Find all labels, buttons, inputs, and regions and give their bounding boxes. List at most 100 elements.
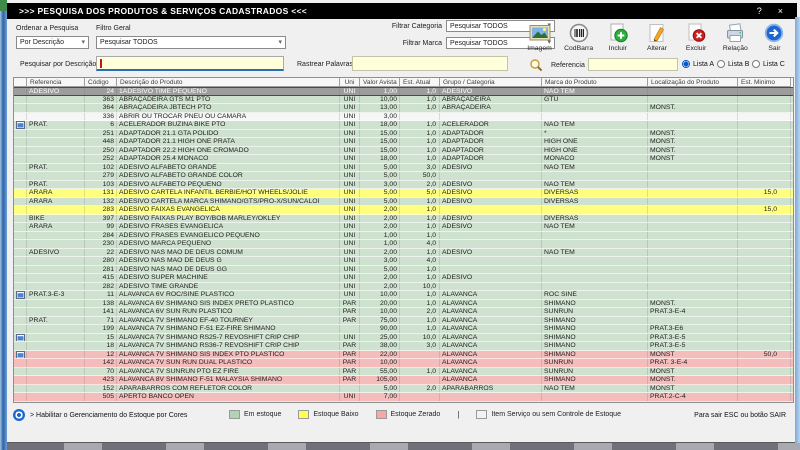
table-cell: NAO TEM (542, 121, 648, 129)
table-cell: 2,00 (360, 214, 400, 222)
table-row[interactable]: 141 ALAVANCA 6V SUN RUN PLASTICO PAR 10,00 2… (14, 308, 793, 317)
table-cell (648, 231, 738, 239)
titlebar: >>> PESQUISA DOS PRODUTOS & SERVIÇOS CAD… (7, 3, 797, 19)
sair-button[interactable]: Sair (756, 22, 793, 52)
table-row[interactable]: ADESIVO 22 ADESIVO NAS MAO DE DEUS COMUM UN… (14, 248, 793, 257)
table-cell: 1,0 (400, 95, 440, 103)
help-button[interactable]: ? (757, 3, 762, 19)
table-row[interactable]: ARARA 99 ADESIVO FRASES EVANGELICA UNI 2,00 1… (14, 223, 793, 232)
table-row[interactable]: 505 APERTO BANCO OPEN UNI 7,00 PRAT.2-C-4 (14, 393, 793, 402)
table-row[interactable]: 252 ADAPTADOR 25.4 MONACO UNI 18,00 1,0 ADAPT… (14, 155, 793, 164)
table-cell (648, 240, 738, 248)
table-row[interactable]: 12 ALAVANCA 7V SHIMANO SIS INDEX PTO PLAS… (14, 350, 793, 359)
table-cell: 25,00 (360, 333, 400, 341)
column-header[interactable]: Est. Atual (400, 78, 440, 87)
table-row[interactable]: 250 ADAPTADOR 22.2 HIGH ONE CROMADO UNI 15,… (14, 146, 793, 155)
table-cell (648, 248, 738, 256)
table-cell (738, 104, 791, 112)
table-row[interactable]: PRAT. 71 ALAVANCA 7V SHIMANO EF-40 TOURNEY… (14, 316, 793, 325)
table-cell: 2,00 (360, 223, 400, 231)
row-icon-cell (14, 248, 27, 256)
close-button[interactable]: × (778, 3, 783, 19)
table-row[interactable]: 251 ADAPTADOR 21.1 GTA POLIDO UNI 15,00 1,0 A… (14, 129, 793, 138)
ordenar-select[interactable]: Por Descrição ▾ (16, 36, 89, 49)
filtrar-categoria-value: Pesquisar TODOS (450, 22, 508, 30)
column-header[interactable]: Marca do Produto (542, 78, 648, 87)
table-row[interactable]: 18 ALAVANCA 7V SHIMANO RS36-7 REVOSHIFT C… (14, 342, 793, 351)
column-header[interactable]: Grupo / Categoria (440, 78, 542, 87)
table-row[interactable]: 138 ALAVANCA 6V SHIMANO SIS INDEX PRETO P… (14, 299, 793, 308)
codbarra-button[interactable]: CodBarra (560, 22, 597, 52)
table-row[interactable]: 281 ADESIVO NAS MAO DE DEUS GG UNI 5,00 1,0 (14, 265, 793, 274)
table-cell (542, 240, 648, 248)
table-row[interactable]: 415 ADESIVO SUPER MACHINE UNI 2,00 1,0 ADESIV… (14, 274, 793, 283)
table-row[interactable]: BIKE 397 ADESIVO FAIXAS PLAY BOY/BOB MARLE… (14, 214, 793, 223)
row-icon-cell (14, 359, 27, 367)
taskbar-strip[interactable] (0, 442, 800, 450)
column-header[interactable]: Referencia (27, 78, 85, 87)
table-cell (738, 299, 791, 307)
table-row[interactable]: 279 ADESIVO ALFABETO GRANDE COLOR UNI 5,00 5… (14, 172, 793, 181)
column-header[interactable]: Valor Avista (360, 78, 400, 87)
table-row[interactable]: 142 ALAVANCA 7V SUN RUN DUAL PLASTICO PAR 1… (14, 359, 793, 368)
table-row[interactable]: PRAT. 103 ADESIVO ALFABETO PEQUENO UNI 3,00 2… (14, 180, 793, 189)
pesquisar-descricao-input[interactable] (96, 56, 284, 71)
delete-icon (688, 23, 706, 42)
table-cell: ALAVANCA 7V SHIMANO RS36-7 REVOSHIFT CRI… (117, 342, 340, 350)
table-cell: ALAVANCA (440, 325, 542, 333)
table-row[interactable]: 336 ABRIR OU TROCAR PNEU OU CAMARA UNI 3,00 (14, 112, 793, 121)
table-row[interactable]: 363 ABRAÇADEIRA GTS M1 PTO UNI 10,00 1,0 ABRA… (14, 95, 793, 104)
table-row[interactable]: PRAT. 6 ACELERADOR BUZINA BIKE PTO UNI 18,00… (14, 121, 793, 130)
filtro-geral-select[interactable]: Pesquisar TODOS ▾ (96, 36, 286, 49)
table-row[interactable]: 230 ADESIVO MARCA PEQUENO UNI 1,00 4,0 (14, 240, 793, 249)
table-cell: 250 (85, 146, 117, 154)
table-row[interactable]: 423 ALAVANCA 8V SHIMANO F-51 MALAYSIA SHI… (14, 376, 793, 385)
column-header[interactable]: Código (85, 78, 117, 87)
table-row[interactable]: 280 ADESIVO NAS MAO DE DEUS G UNI 3,00 4,0 (14, 257, 793, 266)
habilitar-estoque-toggle[interactable]: > Habilitar o Gerenciamento do Estoque p… (30, 412, 187, 419)
alterar-button[interactable]: Alterar (638, 22, 675, 52)
table-row[interactable]: 282 ADESIVO TIME GRANDE UNI 2,00 10,0 (14, 282, 793, 291)
table-cell: 283 (85, 206, 117, 214)
table-row[interactable]: 15 ALAVANCA 7V SHIMANO RS25-7 REVOSHIFT C… (14, 333, 793, 342)
radio-lista-c[interactable]: Lista C (752, 60, 785, 68)
window-right-border (795, 17, 800, 443)
table-row[interactable]: 152 APARABARROS COM REFLETOR COLOR 5,00 2,0… (14, 384, 793, 393)
excluir-button-label: Excluir (685, 45, 707, 52)
radio-lista-a-label: Lista A (693, 60, 715, 68)
column-header[interactable]: Descrição do Produto (117, 78, 340, 87)
column-header[interactable]: Localização do Produto (648, 78, 738, 87)
table-row[interactable]: ARARA 131 ADESIVO CARTELA INFANTIL BERBIE/… (14, 189, 793, 198)
rastrear-input[interactable] (352, 56, 508, 71)
table-row[interactable]: PRAT. 102 ADESIVO ALFABETO GRANDE UNI 5,00 3,… (14, 163, 793, 172)
stock-colors-toggle-icon[interactable] (13, 409, 25, 421)
incluir-button[interactable]: Incluir (599, 22, 636, 52)
row-icon-cell (14, 282, 27, 290)
table-row[interactable]: 448 ADAPTADOR 21.1 HIGH ONE PRATA UNI 15,00… (14, 138, 793, 147)
table-row[interactable]: 364 ABRAÇADEIRA JBTECH PTO UNI 13,00 1,0 ABRA… (14, 104, 793, 113)
table-cell: HIGH ONE (542, 138, 648, 146)
referencia-input[interactable] (588, 58, 678, 71)
relacao-button[interactable]: Relação (717, 22, 754, 52)
imagem-button[interactable]: Imagem (521, 22, 558, 52)
column-header[interactable] (14, 78, 27, 87)
table-cell (738, 172, 791, 180)
table-cell: 1,0 (400, 223, 440, 231)
radio-lista-b[interactable]: Lista B (717, 60, 749, 68)
table-row[interactable]: ARARA 132 ADESIVO CARTELA MARCA SHIMANO/GT… (14, 197, 793, 206)
table-row[interactable]: PRAT.3-E-3 11 ALAVANCA 6V ROC/SINE PLASTIC… (14, 291, 793, 300)
table-row[interactable]: 70 ALAVANCA 7V SUNRUN PTO EZ FIRE PAR 55,00… (14, 367, 793, 376)
table-cell: 3,00 (360, 112, 400, 120)
table-row[interactable]: 199 ALAVANCA 7V SHIMANO F-51 EZ-FIRE SHIM… (14, 325, 793, 334)
excluir-button[interactable]: Excluir (678, 22, 715, 52)
table-cell (738, 376, 791, 384)
legend-swatch (476, 410, 488, 419)
table-row[interactable]: 283 ADESIVO FAIXAS EVANGELICA UNI 2,00 1,0 15… (14, 206, 793, 215)
column-header[interactable]: Est. Minimo (738, 78, 791, 87)
table-row[interactable]: ADESIVO 24 1ADESIVO TIME PEQUENO UNI 1,00 1,0… (14, 87, 793, 96)
table-row[interactable]: 284 ADESIVO FRASES EVANGELICO PEQUENO UNI 1… (14, 231, 793, 240)
column-header[interactable]: Uni (340, 78, 360, 87)
table-cell: 55,00 (360, 367, 400, 375)
table-cell (440, 282, 542, 290)
radio-lista-a[interactable]: Lista A (682, 60, 714, 68)
